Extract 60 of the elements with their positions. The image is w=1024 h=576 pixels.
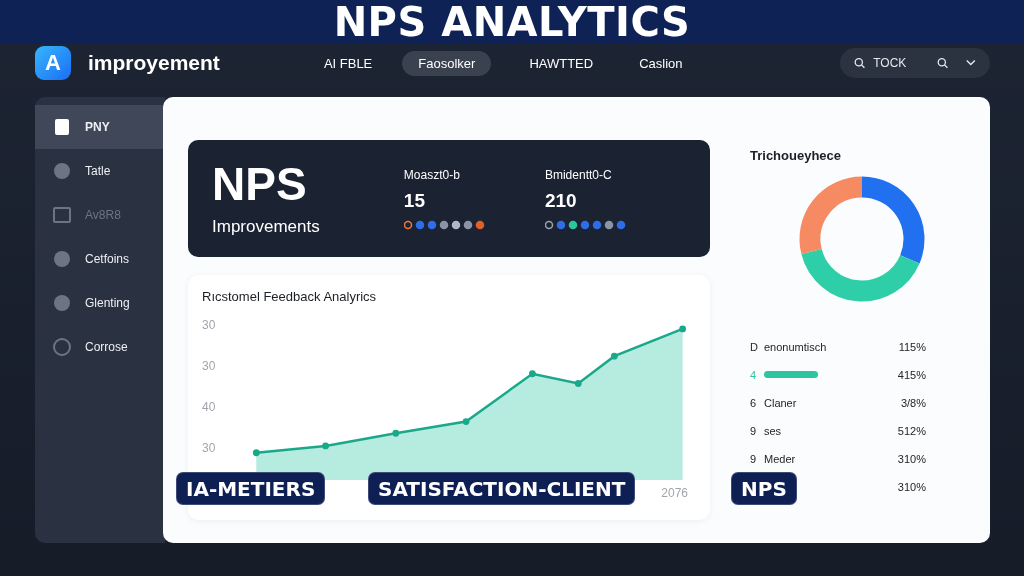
chart-title: Rıcstomel Feedback Analyrics: [202, 289, 378, 304]
row-number: 4: [750, 368, 758, 381]
circle-icon: [53, 162, 71, 180]
stat-value: 210: [544, 189, 578, 212]
data-point: [529, 370, 536, 378]
search-field[interactable]: TOCK: [840, 48, 990, 78]
row-number: 6: [750, 396, 758, 409]
data-point: [574, 380, 582, 387]
stat-label: Bmidentt0-C: [544, 167, 613, 182]
data-point: [252, 449, 260, 457]
sidebar-item[interactable]: Tatle: [35, 149, 165, 193]
search-icon[interactable]: [937, 56, 949, 70]
nav-tab[interactable]: AI FBLE: [307, 50, 389, 76]
nav-tab[interactable]: Faosolker: [402, 50, 492, 76]
search-icon: [854, 56, 866, 70]
circle-icon: [53, 338, 71, 356]
row-label: enonumtisch: [764, 340, 827, 353]
data-point: [392, 429, 400, 437]
data-point: [679, 325, 687, 333]
sidebar-item[interactable]: Cetfoins: [35, 237, 165, 281]
axis-label: 2076: [661, 486, 688, 500]
caption-tag: IA-METIERS: [176, 472, 326, 505]
sidebar-item[interactable]: PNY: [35, 105, 165, 149]
row-number: 9: [750, 452, 758, 465]
sidebar-item[interactable]: Glenting: [35, 281, 165, 325]
row-label: Meder: [764, 452, 796, 465]
row-label: ses: [764, 424, 782, 437]
banner-title: NPS ANALYTICS: [333, 0, 691, 45]
nav-tab[interactable]: HAWTTED: [513, 50, 610, 76]
stat-label: Moaszt0-b: [403, 167, 461, 182]
row-percent: 310%: [897, 452, 926, 465]
search-input[interactable]: TOCK: [873, 56, 930, 70]
chevron-down-icon[interactable]: [966, 59, 976, 67]
hero-title: NPS: [212, 160, 308, 207]
row-percent: 415%: [897, 368, 926, 381]
caption-tag: NPS: [731, 472, 797, 505]
hero-subtitle: Improvements: [212, 216, 321, 237]
row-number: 9: [750, 424, 758, 437]
axis-label: 40: [202, 400, 217, 414]
axis-label: 30: [202, 441, 217, 455]
sidebar-item[interactable]: Corrose: [35, 325, 165, 369]
data-point: [322, 442, 329, 450]
caption-tag: SATISFACTION-CLIENT: [368, 472, 636, 505]
data-point: [462, 418, 470, 425]
circle-icon: [53, 250, 71, 268]
panel-title: Trichoueyhece: [750, 148, 843, 163]
data-point: [610, 352, 618, 360]
circle-icon: [53, 294, 71, 312]
row-percent: 310%: [897, 480, 926, 493]
row-percent: 3/8%: [900, 396, 926, 409]
axis-label: 30: [202, 318, 217, 332]
row-percent: 512%: [897, 424, 926, 437]
nav-tab[interactable]: Caslion: [623, 50, 699, 76]
app-title: improyement: [88, 51, 220, 75]
row-number: D: [750, 340, 759, 353]
axis-label: 30: [202, 359, 217, 373]
stat-value: 15: [403, 189, 426, 212]
row-label: Claner: [764, 396, 797, 409]
document-icon: [53, 118, 71, 136]
row-percent: 115%: [898, 340, 926, 353]
